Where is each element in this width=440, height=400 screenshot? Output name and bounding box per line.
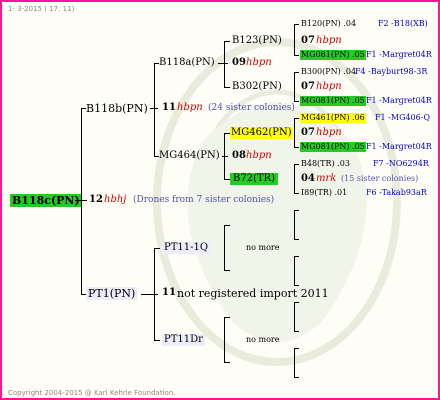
sire-mark: hbpn bbox=[177, 102, 203, 113]
connector bbox=[224, 41, 230, 42]
connector bbox=[294, 239, 299, 240]
connector bbox=[294, 256, 299, 257]
b123-name[interactable]: B123(PN) bbox=[232, 36, 282, 46]
connector bbox=[222, 156, 228, 157]
b300-name[interactable]: B300(PN) .04 bbox=[301, 68, 356, 76]
b118a-mark: hbpn bbox=[246, 57, 272, 68]
connector bbox=[224, 225, 225, 271]
b72-note: (15 sister colonies) bbox=[341, 174, 419, 183]
mg081-name[interactable]: MG081(PN) .05 bbox=[300, 96, 366, 106]
connector bbox=[294, 164, 295, 194]
mg461-ref: F1 -MG406-Q bbox=[375, 113, 430, 122]
connector bbox=[154, 248, 155, 340]
b72-name[interactable]: B72(TR) bbox=[230, 173, 279, 185]
pt11dr-more: no more bbox=[246, 335, 280, 344]
connector bbox=[294, 55, 299, 56]
connector bbox=[218, 63, 228, 64]
pt11dr-name[interactable]: PT11Dr bbox=[162, 334, 205, 346]
connector bbox=[224, 225, 230, 226]
connector bbox=[294, 348, 295, 378]
b302-name[interactable]: B302(PN) bbox=[232, 82, 282, 92]
connector bbox=[294, 72, 295, 102]
b118a-year: 09 bbox=[232, 57, 246, 68]
connector bbox=[294, 118, 295, 148]
connector bbox=[294, 256, 295, 286]
dam-note: not registered import 2011 bbox=[177, 287, 329, 300]
i89-name[interactable]: I89(TR) .01 bbox=[301, 189, 347, 197]
root-mark: hbhj bbox=[104, 194, 127, 205]
mg081-ref: F1 -Margret04R bbox=[366, 96, 432, 105]
pt11q-name[interactable]: PT11-1Q bbox=[162, 242, 211, 254]
mg461-name[interactable]: MG461(PN) .06 bbox=[300, 113, 366, 123]
sire-year: 11 bbox=[162, 102, 176, 113]
b300-ref: F4 -Bayburt98-3R bbox=[355, 67, 428, 76]
connector bbox=[294, 348, 299, 349]
mg081-ref: F1 -Margret04R bbox=[366, 142, 432, 151]
connector bbox=[224, 270, 230, 271]
pt11q-more: no more bbox=[246, 243, 280, 252]
mg462-year: 07 bbox=[301, 127, 315, 138]
connector bbox=[81, 108, 82, 294]
mg081-ref: F1 -Margret04R bbox=[366, 50, 432, 59]
mg081-name[interactable]: MG081(PN) .05 bbox=[300, 50, 366, 60]
connector bbox=[224, 317, 230, 318]
i89-ref: F6 -Takab93aR bbox=[366, 188, 427, 197]
connector bbox=[294, 164, 299, 165]
connector bbox=[294, 377, 299, 378]
b72-year: 04 bbox=[301, 173, 315, 184]
connector bbox=[294, 302, 299, 303]
pedigree-frame: 1- 3-2015 ( 17: 11) Copyright 2004-2015 … bbox=[0, 0, 440, 400]
b123-year: 07 bbox=[301, 35, 315, 46]
mg081-name[interactable]: MG081(PN) .05 bbox=[300, 142, 366, 152]
b48-ref: F7 -NO6294R bbox=[373, 159, 429, 168]
connector bbox=[294, 72, 299, 73]
mg462-name[interactable]: MG462(PN) bbox=[230, 127, 293, 139]
connector bbox=[154, 248, 160, 249]
connector bbox=[141, 294, 158, 295]
connector bbox=[224, 133, 225, 179]
connector bbox=[294, 302, 295, 332]
b120-ref: F2 -B18(XB) bbox=[378, 19, 428, 28]
root-queen-name[interactable]: B118c(PN) bbox=[10, 194, 82, 207]
b120-name[interactable]: B120(PN) .04 bbox=[301, 20, 356, 28]
connector bbox=[294, 210, 299, 211]
connector bbox=[224, 87, 230, 88]
b123-mark: hbpn bbox=[316, 35, 342, 46]
mg462-mark: hbpn bbox=[316, 127, 342, 138]
connector bbox=[294, 24, 299, 25]
connector bbox=[224, 317, 225, 363]
connector bbox=[294, 210, 295, 240]
connector bbox=[294, 193, 299, 194]
root-note: (Drones from 7 sister colonies) bbox=[133, 195, 275, 205]
mg464-name[interactable]: MG464(PN) bbox=[159, 151, 220, 161]
mg464-mark: hbpn bbox=[246, 150, 272, 161]
connector bbox=[294, 331, 299, 332]
connector bbox=[294, 285, 299, 286]
connector bbox=[154, 63, 155, 156]
connector bbox=[294, 24, 295, 56]
dam-year: 11 bbox=[162, 287, 176, 298]
root-year: 12 bbox=[89, 194, 103, 205]
connector bbox=[224, 362, 230, 363]
b118a-name[interactable]: B118a(PN) bbox=[159, 58, 215, 68]
b48-name[interactable]: B48(TR) .03 bbox=[301, 160, 350, 168]
b72-mark: mrk bbox=[316, 173, 337, 184]
connector bbox=[224, 41, 225, 87]
sire-name[interactable]: B118b(PN) bbox=[86, 103, 148, 114]
connector bbox=[294, 147, 299, 148]
connector bbox=[294, 118, 299, 119]
date-header: 1- 3-2015 ( 17: 11) bbox=[8, 5, 75, 13]
b302-year: 07 bbox=[301, 81, 315, 92]
connector bbox=[154, 340, 160, 341]
dam-name[interactable]: PT1(PN) bbox=[86, 287, 138, 300]
mg464-year: 08 bbox=[232, 150, 246, 161]
sire-note: (24 sister colonies) bbox=[208, 103, 295, 113]
connector bbox=[294, 101, 299, 102]
copyright-footer: Copyright 2004-2015 @ Karl Kehrle Founda… bbox=[8, 389, 176, 397]
b302-mark: hbpn bbox=[316, 81, 342, 92]
